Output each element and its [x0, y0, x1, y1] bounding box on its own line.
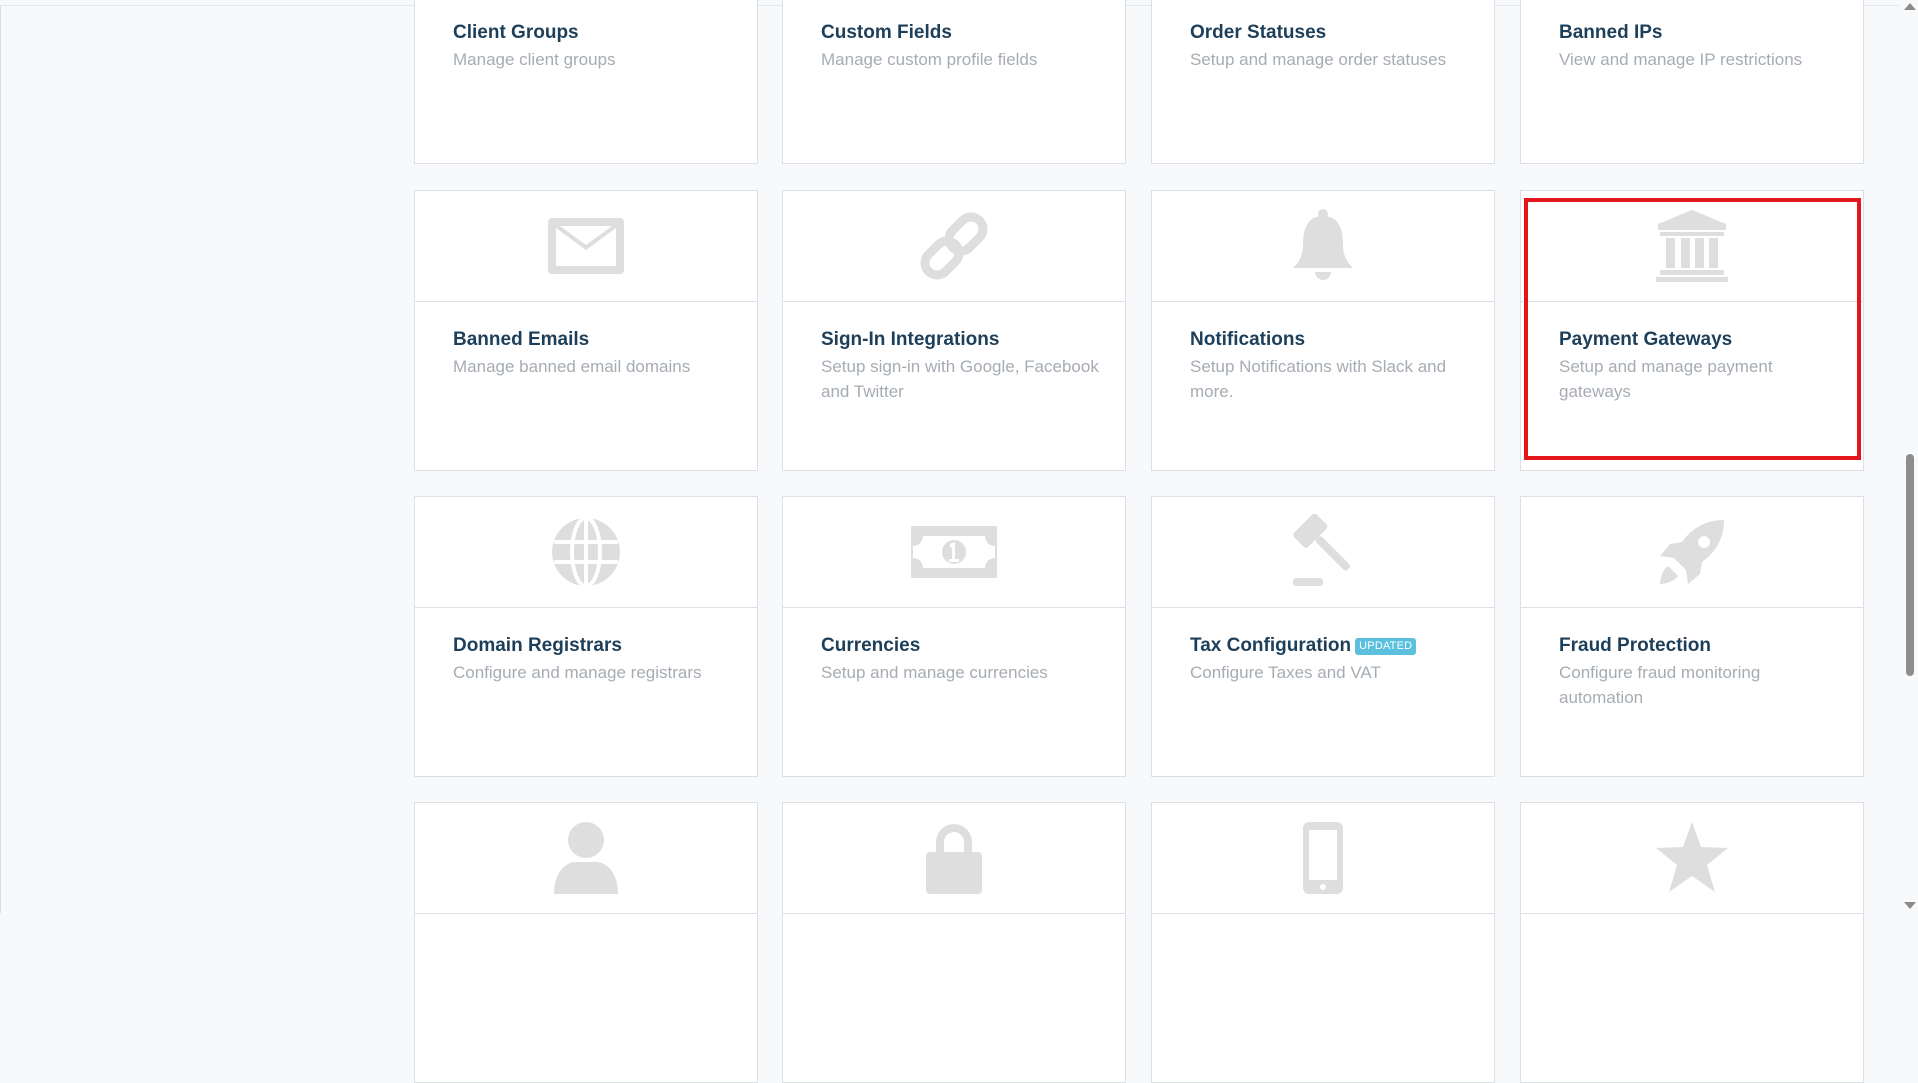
- scroll-down-arrow-icon[interactable]: [1904, 902, 1916, 909]
- tile-currencies[interactable]: Currencies Setup and manage currencies: [782, 496, 1126, 777]
- money-bill-icon: [911, 526, 997, 578]
- tile-client-groups[interactable]: Client Groups Manage client groups: [414, 0, 758, 164]
- tile-icon-area: [783, 803, 1125, 914]
- tile-icon-area: [1152, 497, 1494, 608]
- tile-icon-area: [1152, 191, 1494, 302]
- tile-title[interactable]: Payment Gateways: [1559, 327, 1839, 353]
- bank-icon: [1656, 210, 1728, 282]
- vertical-scrollbar[interactable]: [1900, 0, 1918, 912]
- tile-icon-area: [1521, 497, 1863, 608]
- tile-icon-area: [1521, 191, 1863, 302]
- tile-notifications[interactable]: Notifications Setup Notifications with S…: [1151, 190, 1495, 471]
- tile-description: Configure and manage registrars: [453, 663, 702, 682]
- tile-icon-area: [783, 191, 1125, 302]
- tile-payment-gateways[interactable]: Payment Gateways Setup and manage paymen…: [1520, 190, 1864, 471]
- tile-title[interactable]: Sign-In Integrations: [821, 327, 1101, 353]
- tile-row4-2[interactable]: [782, 802, 1126, 1083]
- tile-description: Manage custom profile fields: [821, 50, 1038, 69]
- tile-title-text[interactable]: Tax Configuration: [1190, 635, 1351, 656]
- tile-title[interactable]: Custom Fields: [821, 20, 1101, 46]
- tile-description: View and manage IP restrictions: [1559, 50, 1803, 69]
- tile-description: Manage banned email domains: [453, 357, 691, 376]
- tile-domain-registrars[interactable]: Domain Registrars Configure and manage r…: [414, 496, 758, 777]
- tile-description: Setup and manage order statuses: [1190, 50, 1447, 69]
- tile-icon-area: [1521, 803, 1863, 914]
- tile-icon-area: [415, 803, 757, 914]
- tile-description: Setup and manage payment gateways: [1559, 357, 1773, 401]
- rocket-icon: [1660, 520, 1724, 584]
- tile-title[interactable]: Currencies: [821, 633, 1101, 659]
- tile-icon-area: [415, 191, 757, 302]
- star-icon: [1656, 822, 1728, 892]
- scroll-up-arrow-icon[interactable]: [1904, 3, 1916, 10]
- tile-order-statuses[interactable]: Order Statuses Setup and manage order st…: [1151, 0, 1495, 164]
- tile-title[interactable]: Notifications: [1190, 327, 1470, 353]
- tile-description: Configure Taxes and VAT: [1190, 663, 1381, 682]
- tile-sign-in-integrations[interactable]: Sign-In Integrations Setup sign-in with …: [782, 190, 1126, 471]
- tile-title[interactable]: Banned IPs: [1559, 20, 1839, 46]
- envelope-icon: [548, 218, 624, 274]
- tile-banned-ips[interactable]: Banned IPs View and manage IP restrictio…: [1520, 0, 1864, 164]
- tile-row4-3[interactable]: [1151, 802, 1495, 1083]
- tile-description: Configure fraud monitoring automation: [1559, 663, 1761, 707]
- tile-title[interactable]: Banned Emails: [453, 327, 733, 353]
- tile-fraud-protection[interactable]: Fraud Protection Configure fraud monitor…: [1520, 496, 1864, 777]
- tile-title[interactable]: Client Groups: [453, 20, 733, 46]
- user-icon: [554, 822, 618, 894]
- lock-icon: [926, 824, 982, 894]
- mobile-icon: [1303, 822, 1343, 894]
- tile-title[interactable]: Tax Configuration UPDATED: [1190, 633, 1470, 659]
- tile-title[interactable]: Order Statuses: [1190, 20, 1470, 46]
- tile-banned-emails[interactable]: Banned Emails Manage banned email domain…: [414, 190, 758, 471]
- tile-row4-4[interactable]: [1520, 802, 1864, 1083]
- tile-title[interactable]: Fraud Protection: [1559, 633, 1839, 659]
- tile-tax-configuration[interactable]: Tax Configuration UPDATED Configure Taxes…: [1151, 496, 1495, 777]
- tile-custom-fields[interactable]: Custom Fields Manage custom profile fiel…: [782, 0, 1126, 164]
- gavel-icon: [1293, 514, 1351, 586]
- updated-badge: UPDATED: [1355, 638, 1417, 655]
- tile-description: Manage client groups: [453, 50, 616, 69]
- tile-icon-area: [1152, 803, 1494, 914]
- tile-description: Setup sign-in with Google, Facebook and …: [821, 357, 1099, 401]
- scrollbar-thumb[interactable]: [1906, 454, 1914, 676]
- tile-row4-1[interactable]: [414, 802, 758, 1083]
- tile-icon-area: [415, 497, 757, 608]
- tile-description: Setup Notifications with Slack and more.: [1190, 357, 1447, 401]
- globe-icon: [552, 516, 620, 588]
- bell-icon: [1293, 209, 1353, 280]
- tile-title[interactable]: Domain Registrars: [453, 633, 733, 659]
- tile-description: Setup and manage currencies: [821, 663, 1048, 682]
- link-icon: [920, 212, 988, 280]
- tile-icon-area: [783, 497, 1125, 608]
